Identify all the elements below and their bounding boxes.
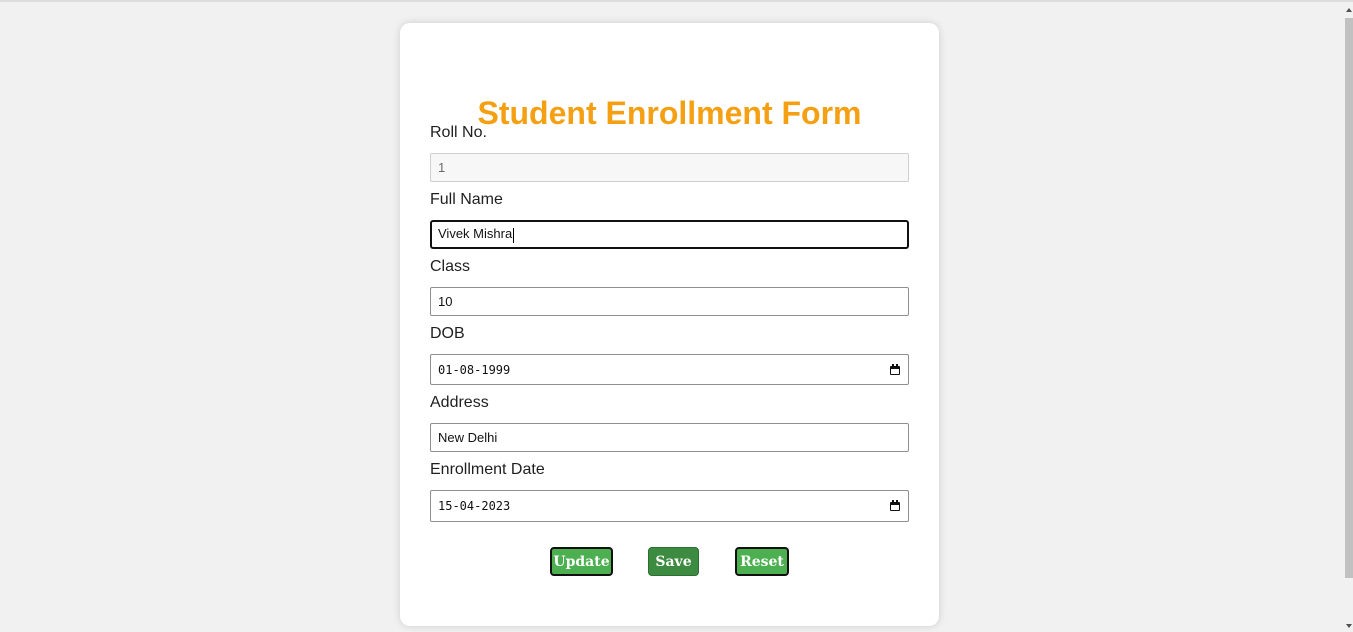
dob-label: DOB (430, 325, 465, 342)
page-scrollbar[interactable] (1345, 2, 1353, 632)
class-input[interactable]: 10 (430, 287, 909, 316)
roll-no-value: 1 (438, 160, 446, 175)
class-label: Class (430, 258, 471, 275)
roll-no-input[interactable]: 1 (430, 153, 909, 182)
save-button[interactable]: Save (648, 547, 699, 576)
enrollment-date-value: 15-04-2023 (438, 499, 511, 513)
address-label: Address (430, 394, 489, 411)
scrollbar-thumb[interactable] (1345, 18, 1353, 578)
address-input[interactable]: New Delhi (430, 423, 909, 452)
update-button[interactable]: Update (550, 547, 613, 576)
full-name-label: Full Name (430, 191, 503, 208)
scroll-up-arrow-icon[interactable] (1346, 8, 1352, 12)
full-name-value: Vivek Mishra (438, 226, 513, 242)
scroll-down-arrow-icon[interactable] (1346, 624, 1352, 628)
roll-no-label: Roll No. (430, 124, 487, 141)
full-name-text-wrap: Vivek Mishra (438, 226, 515, 243)
dob-value: 01-08-1999 (438, 362, 511, 377)
enrollment-date-input[interactable]: 15-04-2023 (430, 490, 909, 522)
calendar-icon[interactable] (889, 363, 901, 376)
browser-top-border (0, 0, 1353, 2)
enrollment-form-card: Student Enrollment Form Roll No. 1 Full … (400, 23, 939, 626)
full-name-input[interactable]: Vivek Mishra (430, 220, 909, 249)
address-value: New Delhi (438, 430, 498, 445)
calendar-icon[interactable] (889, 500, 901, 512)
dob-date-input[interactable]: 01-08-1999 (430, 354, 909, 385)
text-caret (513, 227, 515, 243)
class-value: 10 (438, 294, 453, 309)
reset-button[interactable]: Reset (735, 547, 789, 576)
enrollment-date-label: Enrollment Date (430, 461, 545, 478)
